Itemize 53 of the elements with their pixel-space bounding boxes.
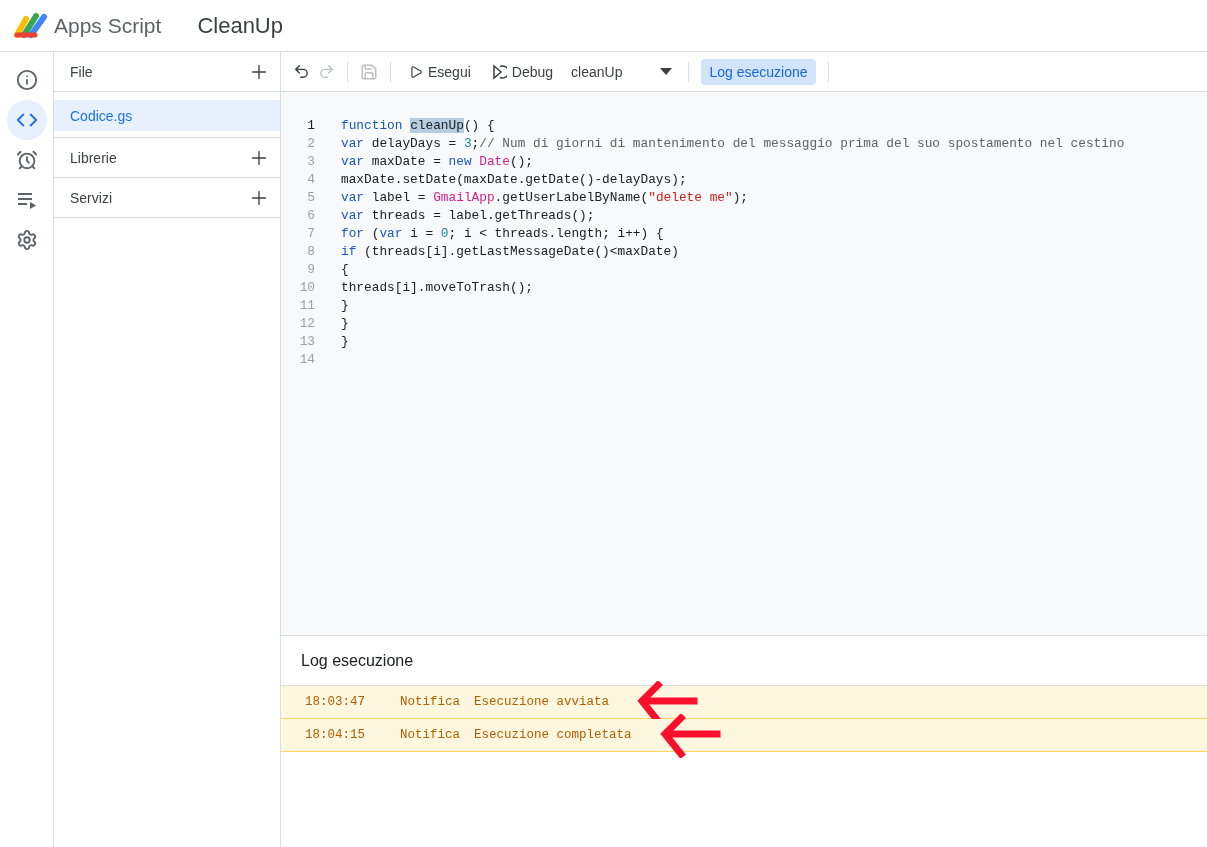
section-title: File	[70, 63, 93, 80]
project-title[interactable]: CleanUp	[197, 12, 283, 39]
alarm-clock-icon	[15, 149, 38, 171]
line-number: 4	[306, 171, 315, 187]
code-line: {	[341, 261, 349, 277]
play-icon	[409, 64, 423, 79]
debug-button[interactable]: Debug	[484, 59, 560, 84]
log-level: Notifica	[400, 728, 461, 742]
code-line: maxDate.setDate(maxDate.getDate()-delayDays);	[341, 171, 687, 187]
code-line: var threads = label.getThreads();	[341, 207, 595, 223]
line-number: 8	[306, 243, 315, 259]
code-line: var delayDays = 3;// Num di giorni di mantenimento del messaggio prima del suo spostamento nel cestino	[341, 135, 1125, 151]
code-line: function cleanUp() {	[341, 117, 495, 133]
line-number: 14	[298, 351, 315, 367]
line-number: 13	[298, 333, 315, 349]
code-line: threads[i].moveToTrash();	[341, 279, 533, 295]
line-number: 12	[298, 315, 315, 331]
function-select[interactable]: cleanUp	[567, 59, 677, 84]
section-title: Librerie	[70, 149, 117, 166]
code-line: for (var i = 0; i < threads.length; i++) {	[341, 225, 664, 241]
debug-icon	[490, 63, 507, 80]
settings-icon	[15, 229, 38, 251]
line-number: 3	[306, 153, 315, 169]
log-toggle-button[interactable]: Log esecuzione	[701, 58, 816, 85]
line-number: 2	[306, 135, 315, 151]
undo-button[interactable]	[293, 63, 310, 80]
log-level: Notifica	[400, 695, 461, 709]
line-number: 11	[298, 297, 315, 313]
line-number: 1	[306, 117, 315, 133]
log-title: Log esecuzione	[300, 651, 415, 671]
product-name: Apps Script	[54, 13, 162, 38]
line-number: 9	[306, 261, 315, 277]
line-number: 6	[306, 207, 315, 223]
log-time: 18:03:47	[305, 695, 366, 709]
code-line: if (threads[i].getLastMessageDate()<maxDate)	[341, 243, 679, 259]
code-line: var maxDate = new Date();	[341, 153, 533, 169]
run-button[interactable]: Esegui	[403, 59, 477, 84]
info-icon	[15, 69, 38, 91]
section-title: Servizi	[70, 189, 112, 206]
code-line: }	[341, 315, 349, 331]
line-number: 10	[298, 279, 315, 295]
logo-icon	[14, 12, 48, 39]
file-item[interactable]: Codice.gs	[54, 100, 280, 131]
code-line: }	[341, 333, 349, 349]
log-message: Esecuzione completata	[474, 728, 632, 742]
editor-button[interactable]	[6, 100, 47, 140]
code-line: }	[341, 297, 349, 313]
line-number: 5	[306, 189, 315, 205]
code-line: var label = GmailApp.getUserLabelByName("delete me");	[341, 189, 749, 205]
log-message: Esecuzione avviata	[474, 695, 610, 709]
log-time: 18:04:15	[305, 728, 366, 742]
line-number: 7	[306, 225, 315, 241]
caret-icon	[660, 67, 673, 76]
